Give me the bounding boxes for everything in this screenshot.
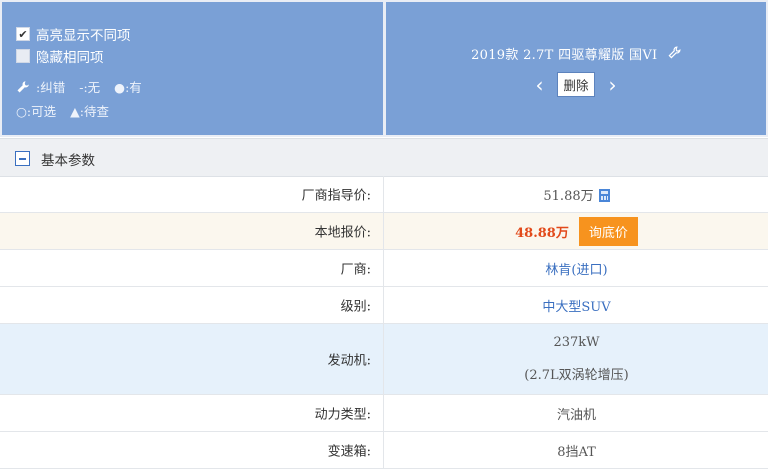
prev-arrow-icon[interactable]: ‹	[535, 75, 543, 95]
table-row: 发动机: 237kW (2.7L双涡轮增压)	[0, 324, 768, 395]
hide-same-checkbox[interactable]	[16, 49, 30, 63]
car-nav: ‹ 删除 ›	[386, 72, 766, 97]
legend-none: -:无	[79, 80, 101, 95]
local-price-value: 48.88万	[515, 225, 569, 241]
table-row: 动力类型: 汽油机	[0, 395, 768, 432]
wrench-icon[interactable]	[668, 46, 681, 63]
engine-power: 237kW	[553, 335, 600, 350]
legend-row-2: ○:可选 ▲:待查	[16, 101, 109, 120]
next-arrow-icon[interactable]: ›	[609, 75, 617, 95]
manufacturer-link[interactable]: 林肯(进口)	[545, 259, 607, 278]
highlight-diff-label: 高亮显示不同项	[36, 28, 131, 44]
delete-button[interactable]: 删除	[557, 72, 595, 97]
row-label: 变速箱:	[327, 444, 371, 460]
car-title: 2019款 2.7T 四驱尊耀版 国VI	[386, 44, 766, 63]
hide-same-option[interactable]: 隐藏相同项	[16, 46, 104, 66]
gearbox-value: 8挡AT	[557, 444, 596, 460]
car-title-text: 2019款 2.7T 四驱尊耀版 国VI	[471, 48, 658, 63]
row-label: 级别:	[340, 299, 371, 315]
options-panel: ✔ 高亮显示不同项 隐藏相同项 :纠错 -:无 ●:有 ○:可选 ▲:待查	[2, 2, 383, 135]
collapse-icon[interactable]	[15, 151, 30, 166]
table-row: 本地报价: 48.88万 询底价	[0, 213, 768, 250]
engine-desc: (2.7L双涡轮增压)	[524, 368, 629, 383]
table-row: 级别: 中大型SUV	[0, 287, 768, 324]
class-link[interactable]: 中大型SUV	[542, 296, 610, 315]
highlight-diff-option[interactable]: ✔ 高亮显示不同项	[16, 24, 131, 44]
row-label: 动力类型:	[314, 407, 371, 423]
section-title: 基本参数	[41, 153, 95, 169]
legend-row-1: :纠错 -:无 ●:有	[16, 77, 142, 96]
section-basic-params[interactable]: 基本参数	[0, 138, 768, 177]
msrp-value: 51.88万	[543, 188, 594, 204]
wrench-icon	[16, 80, 30, 94]
table-row: 变速箱: 8挡AT	[0, 432, 768, 469]
highlight-diff-checkbox[interactable]: ✔	[16, 27, 30, 41]
table-row: 厂商: 林肯(进口)	[0, 250, 768, 287]
row-label: 本地报价:	[314, 225, 371, 241]
legend-optional: ○:可选	[16, 104, 57, 119]
fuel-type-value: 汽油机	[556, 407, 596, 423]
legend-pending: ▲:待查	[70, 104, 109, 119]
car-column-header: 2019款 2.7T 四驱尊耀版 国VI ‹ 删除 ›	[386, 2, 766, 135]
ask-price-button[interactable]: 询底价	[578, 216, 638, 246]
row-label: 厂商:	[340, 262, 371, 278]
hide-same-label: 隐藏相同项	[36, 50, 104, 66]
legend-fix: :纠错	[36, 80, 66, 95]
legend-have: ●:有	[114, 80, 142, 95]
table-row: 厂商指导价: 51.88万	[0, 176, 768, 213]
compare-header: ✔ 高亮显示不同项 隐藏相同项 :纠错 -:无 ●:有 ○:可选 ▲:待查 20…	[0, 0, 768, 137]
row-label: 发动机:	[327, 353, 371, 369]
calculator-icon[interactable]	[598, 188, 610, 202]
row-label: 厂商指导价:	[301, 188, 371, 204]
